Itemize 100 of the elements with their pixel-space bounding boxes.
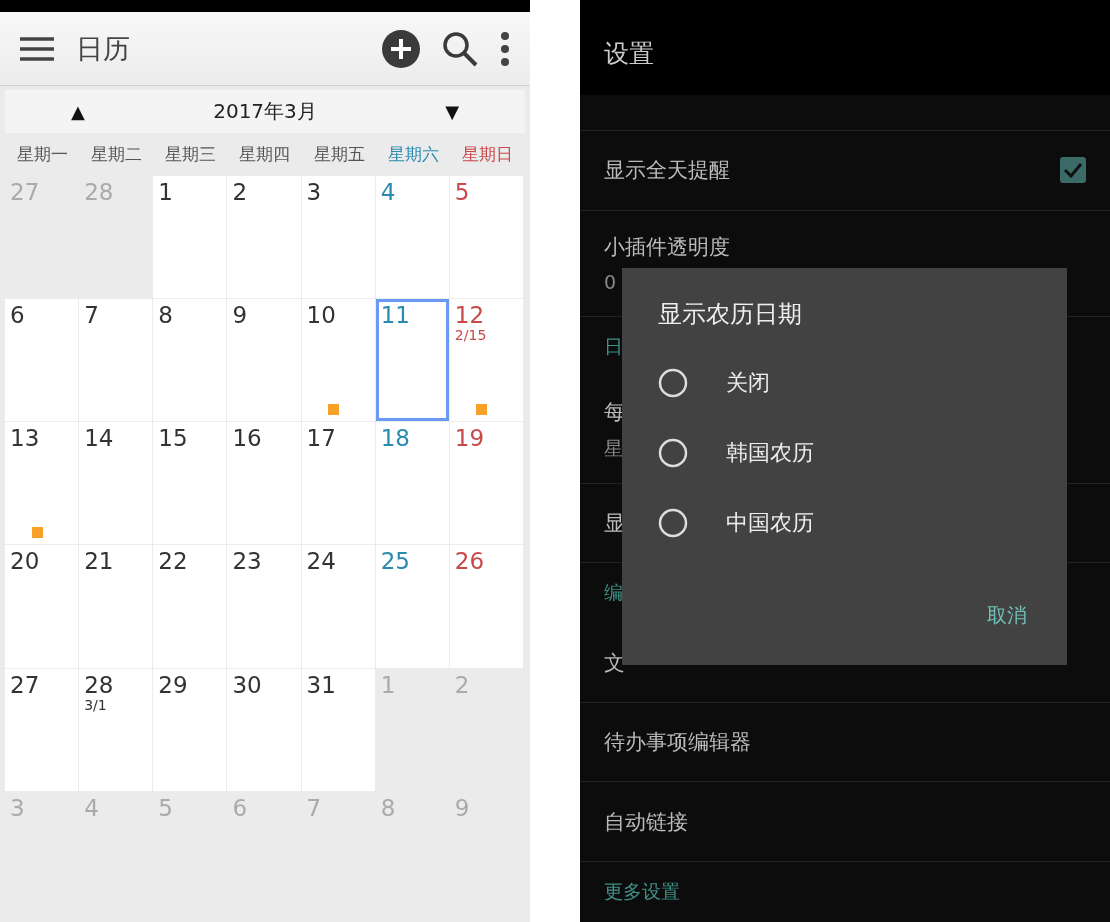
day-number: 31	[306, 672, 337, 698]
day-number: 30	[232, 672, 263, 698]
day-number: 24	[306, 549, 337, 575]
day-cell[interactable]: 16	[227, 422, 301, 545]
radio-option[interactable]: 中国农历	[658, 488, 1031, 558]
search-icon[interactable]	[442, 30, 478, 67]
weekday-label: 星期日	[461, 143, 515, 166]
day-number: 4	[84, 795, 100, 822]
day-number: 14	[84, 426, 115, 452]
day-cell[interactable]: 17	[301, 422, 375, 545]
day-cell[interactable]: 6	[5, 299, 79, 422]
lunar-date: 2/15	[454, 328, 488, 343]
day-cell[interactable]: 30	[227, 668, 301, 791]
day-number: 5	[158, 795, 174, 822]
day-number: 28	[84, 672, 115, 698]
day-cell[interactable]: 3	[301, 176, 375, 299]
day-number: 16	[232, 426, 263, 452]
day-cell[interactable]: 9	[227, 299, 301, 422]
day-cell[interactable]: 21	[79, 545, 153, 668]
day-number: 3	[10, 795, 26, 822]
day-number: 8	[380, 795, 397, 822]
day-cell[interactable]: 7	[79, 299, 153, 422]
day-number: 4	[380, 180, 397, 206]
setting-value: 星	[604, 436, 623, 461]
day-cell[interactable]: 25	[375, 545, 449, 668]
day-number: 1	[158, 180, 174, 206]
cancel-button[interactable]: 取消	[983, 598, 1031, 633]
dialog-title: 显示农历日期	[658, 299, 803, 330]
day-number: 1	[380, 672, 397, 698]
day-number: 17	[306, 426, 337, 452]
day-number: 13	[10, 426, 41, 452]
day-number: 9	[454, 795, 471, 822]
day-cell[interactable]: 29	[153, 668, 227, 791]
day-number: 12	[454, 303, 486, 329]
day-number: 10	[306, 303, 337, 329]
day-number: 21	[84, 549, 115, 575]
day-cell[interactable]: 18	[375, 422, 449, 545]
section-header: 更多设置	[604, 878, 680, 904]
day-number: 2	[454, 672, 471, 698]
day-number: 23	[232, 549, 263, 575]
day-cell[interactable]: 1	[153, 176, 227, 299]
day-cell[interactable]: 14	[79, 422, 153, 545]
radio-option[interactable]: 关闭	[658, 348, 1031, 418]
day-number: 18	[380, 426, 411, 452]
day-cell[interactable]: 4	[375, 176, 449, 299]
app-title: 日历	[76, 31, 131, 66]
setting-value: 0	[604, 271, 617, 294]
day-number: 25	[380, 549, 411, 575]
day-cell[interactable]: 24	[301, 545, 375, 668]
day-cell[interactable]: 23	[227, 545, 301, 668]
day-cell[interactable]: 31	[301, 668, 375, 791]
weekday-label: 星期五	[312, 143, 366, 166]
setting-title[interactable]: 文	[604, 648, 625, 677]
day-number: 27	[10, 180, 41, 206]
day-number: 7	[306, 795, 323, 822]
day-cell[interactable]: 26	[449, 545, 523, 668]
menu-icon[interactable]	[20, 36, 54, 61]
day-cell[interactable]: 8	[153, 299, 227, 422]
day-number: 3	[306, 180, 323, 206]
checkbox[interactable]	[1060, 157, 1086, 184]
day-cell[interactable]: 20	[5, 545, 79, 668]
day-number: 27	[10, 672, 41, 698]
setting-title[interactable]: 自动链接	[604, 807, 688, 836]
weekday-label: 星期三	[164, 143, 218, 166]
day-cell[interactable]: 22	[153, 545, 227, 668]
day-number: 26	[454, 549, 486, 575]
settings-title: 设置	[604, 38, 654, 70]
more-icon[interactable]	[500, 31, 510, 66]
day-number: 22	[158, 549, 189, 575]
setting-title[interactable]: 小插件透明度	[604, 233, 730, 262]
radio-option[interactable]: 韩国农历	[658, 418, 1031, 488]
weekday-label: 星期六	[387, 143, 441, 166]
day-cell[interactable]: 13	[5, 422, 79, 545]
day-cell[interactable]: 27	[5, 668, 79, 791]
previous-month-button[interactable]: ▲	[65, 101, 91, 122]
next-month-button[interactable]: ▼	[439, 101, 465, 122]
day-number: 28	[84, 180, 115, 206]
weekday-label: 星期一	[15, 143, 69, 166]
day-cell[interactable]: 28 3/1	[79, 668, 153, 791]
day-cell[interactable]: 15	[153, 422, 227, 545]
day-cell[interactable]: 12 2/15	[449, 299, 523, 422]
day-number: 20	[10, 549, 41, 575]
setting-title[interactable]: 待办事项编辑器	[604, 728, 751, 757]
day-number: 5	[454, 180, 471, 206]
day-number: 7	[84, 303, 100, 329]
day-number: 15	[158, 426, 189, 452]
section-header: 编	[604, 580, 623, 606]
day-cell[interactable]: 2	[227, 176, 301, 299]
section-header: 日	[604, 334, 623, 360]
day-number: 2	[232, 180, 249, 206]
day-cell[interactable]: 5	[449, 176, 523, 299]
setting-title[interactable]: 显示全天提醒	[604, 156, 730, 185]
day-cell[interactable]: 19	[449, 422, 523, 545]
setting-title[interactable]: 每	[604, 398, 625, 426]
day-cell[interactable]: 11	[375, 299, 449, 422]
add-icon[interactable]	[382, 29, 420, 68]
day-number: 11	[380, 303, 411, 329]
day-cell[interactable]: 10	[301, 299, 375, 422]
day-number: 9	[232, 303, 249, 329]
day-number: 19	[454, 426, 486, 452]
